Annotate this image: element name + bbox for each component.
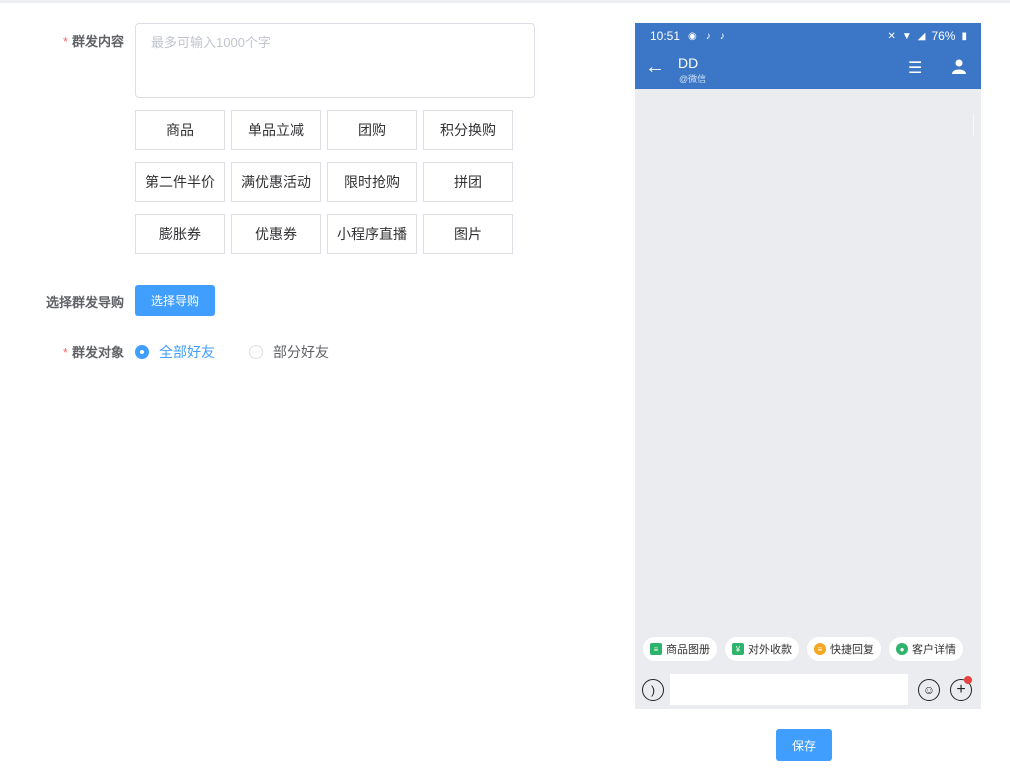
radio-some-friends-label: 部分好友 [273,344,329,360]
radio-all-friends[interactable]: 全部好友 [135,342,215,362]
tool-image-button[interactable]: 图片 [423,214,513,254]
radio-dot-checked [135,345,149,359]
tool-product-button[interactable]: 商品 [135,110,225,150]
message-input[interactable] [670,674,908,705]
globe-icon: ◉ [688,30,697,42]
yen-shield-icon: ¥ [732,643,744,655]
quick-reply-chip[interactable]: ≡ 快捷回复 [807,637,881,661]
tool-group-buy-button[interactable]: 团购 [327,110,417,150]
chat-input-bar: ) ☺ + [635,671,981,709]
save-button[interactable]: 保存 [776,729,832,761]
tool-second-half-price-button[interactable]: 第二件半价 [135,162,225,202]
music-note-icon: ♪ [719,30,725,42]
quick-action-bar: ≡ 商品图册 ¥ 对外收款 ≡ 快捷回复 ● 客户详情 [635,627,981,671]
tool-full-discount-button[interactable]: 满优惠活动 [231,162,321,202]
battery-level: 76% [931,29,956,43]
mute-bell-icon: ✕ [887,30,896,42]
scrollbar [973,114,974,136]
phone-preview: 10:51 ◉ ♪ ♪ ✕ ▼ ◢ 76% ▮ ← DD @微信 ☰ ≡ 商品图… [635,23,981,709]
document-icon: ≡ [650,643,662,655]
insert-tools-grid: 商品 单品立减 团购 积分换购 第二件半价 满优惠活动 限时抢购 拼团 膨胀券 … [135,110,525,254]
content-label: * 群发内容 [62,34,124,49]
notification-dot [964,676,972,684]
tool-coupon-button[interactable]: 优惠券 [231,214,321,254]
tool-expansion-coupon-button[interactable]: 膨胀券 [135,214,225,254]
user-icon[interactable] [951,58,967,79]
tool-points-exchange-button[interactable]: 积分换购 [423,110,513,150]
voice-icon[interactable]: ) [642,679,664,701]
battery-icon: ▮ [961,30,967,42]
chat-title-bar: ← DD @微信 ☰ [635,49,981,89]
target-label: * 群发对象 [62,345,124,360]
radio-dot-unchecked [249,345,263,359]
wifi-icon: ▼ [901,30,912,42]
content-textarea[interactable] [135,23,535,98]
chat-contact-source: @微信 [679,74,707,84]
chat-message-area [635,89,981,627]
signal-icon: ◢ [917,30,926,42]
back-arrow-icon[interactable]: ← [645,55,665,79]
emoji-icon[interactable]: ☺ [918,679,940,701]
tool-team-buy-button[interactable]: 拼团 [423,162,513,202]
radio-all-friends-label: 全部好友 [159,344,215,360]
quick-external-payment-chip[interactable]: ¥ 对外收款 [725,637,799,661]
top-divider [0,0,1010,3]
guide-label: 选择群发导购 [45,295,124,310]
chat-contact-name: DD [678,55,699,71]
quick-customer-detail-chip[interactable]: ● 客户详情 [889,637,963,661]
phone-status-bar: 10:51 ◉ ♪ ♪ ✕ ▼ ◢ 76% ▮ [635,23,981,49]
music-note-icon: ♪ [705,30,711,42]
radio-some-friends[interactable]: 部分好友 [249,342,329,362]
quick-product-album-chip[interactable]: ≡ 商品图册 [643,637,717,661]
person-icon: ● [896,643,908,655]
menu-filter-icon[interactable]: ☰ [908,58,922,78]
chat-bubble-icon: ≡ [814,643,826,655]
tool-single-discount-button[interactable]: 单品立减 [231,110,321,150]
tool-mini-program-live-button[interactable]: 小程序直播 [327,214,417,254]
select-guide-button[interactable]: 选择导购 [135,285,215,316]
status-time: 10:51 [650,29,681,43]
tool-flash-sale-button[interactable]: 限时抢购 [327,162,417,202]
